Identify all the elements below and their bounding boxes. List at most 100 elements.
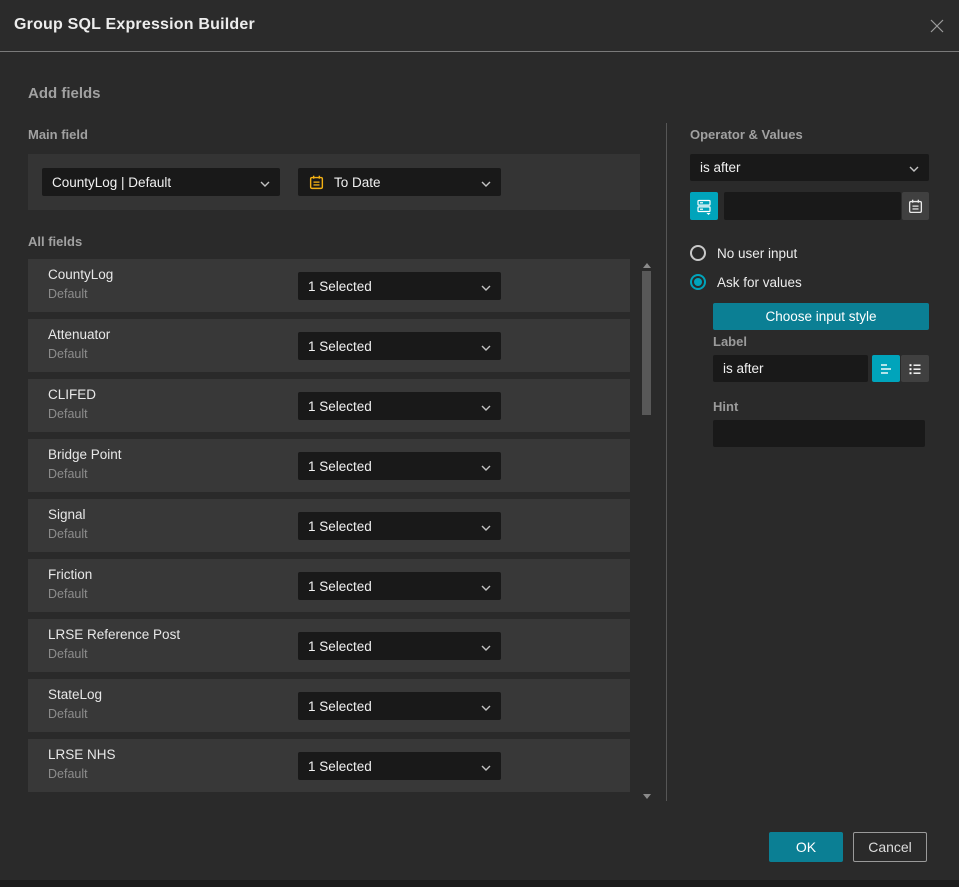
field-selected-value: 1 Selected [308,458,372,474]
chevron-down-icon [481,339,491,354]
field-selected-value: 1 Selected [308,398,372,414]
hint-field-label: Hint [713,399,739,414]
field-selected-value: 1 Selected [308,578,372,594]
value-input[interactable] [724,192,901,220]
field-name: Signal [48,507,86,522]
field-default-label: Default [48,647,88,661]
field-selected-value: 1 Selected [308,698,372,714]
field-selected-dropdown[interactable]: 1 Selected [298,692,501,720]
field-name: StateLog [48,687,103,702]
scrollbar-down-arrow[interactable] [643,794,651,799]
dialog-header: Group SQL Expression Builder [0,0,959,52]
field-name: CLIFED [48,387,97,402]
field-row: Attenuator Default 1 Selected [28,319,630,372]
field-row: StateLog Default 1 Selected [28,679,630,732]
field-name: LRSE Reference Post [48,627,181,642]
field-name: Friction [48,567,93,582]
cancel-button[interactable]: Cancel [853,832,927,862]
field-name: LRSE NHS [48,747,116,762]
main-field-date-value: To Date [334,174,381,190]
chevron-down-icon [481,459,491,474]
hint-input[interactable] [713,420,925,447]
scrollbar-thumb[interactable] [642,271,651,415]
field-row: LRSE Reference Post Default 1 Selected [28,619,630,672]
dialog-bottom-edge [0,880,959,887]
field-row: Friction Default 1 Selected [28,559,630,612]
ok-button[interactable]: OK [769,832,843,862]
field-default-label: Default [48,587,88,601]
field-selected-value: 1 Selected [308,638,372,654]
chevron-down-icon [260,175,270,190]
operator-select[interactable]: is after [690,154,929,181]
calendar-icon [308,174,325,191]
add-fields-heading: Add fields [28,85,101,102]
label-field-label: Label [713,334,747,349]
field-selected-dropdown[interactable]: 1 Selected [298,452,501,480]
list-style-button[interactable] [901,355,929,382]
field-selected-value: 1 Selected [308,338,372,354]
chevron-down-icon [481,639,491,654]
main-field-select[interactable]: CountyLog | Default [42,168,280,196]
chevron-down-icon [481,699,491,714]
panel-divider [666,123,667,801]
main-field-date-select[interactable]: To Date [298,168,501,196]
all-fields-label: All fields [28,234,83,249]
field-selected-dropdown[interactable]: 1 Selected [298,332,501,360]
field-selected-value: 1 Selected [308,758,372,774]
field-default-label: Default [48,707,88,721]
chevron-down-icon [481,399,491,414]
field-row: Signal Default 1 Selected [28,499,630,552]
main-field-label: Main field [28,127,88,142]
bullet-list-icon [909,363,921,374]
scrollbar-up-arrow[interactable] [643,263,651,268]
field-selected-dropdown[interactable]: 1 Selected [298,272,501,300]
group-sql-expression-builder-dialog: Group SQL Expression Builder Add fields … [0,0,959,880]
field-selected-dropdown[interactable]: 1 Selected [298,632,501,660]
close-icon[interactable] [927,16,947,36]
field-name: Attenuator [48,327,111,342]
field-default-label: Default [48,287,88,301]
radio-no-user-input-label: No user input [717,245,798,261]
chevron-down-icon [481,759,491,774]
field-selected-dropdown[interactable]: 1 Selected [298,752,501,780]
unique-values-button[interactable] [690,192,718,220]
field-default-label: Default [48,467,88,481]
field-default-label: Default [48,767,88,781]
operator-values-heading: Operator & Values [690,127,803,142]
stacked-rows-icon [697,199,711,215]
main-field-select-value: CountyLog | Default [52,174,172,190]
field-row: CountyLog Default 1 Selected [28,259,630,312]
field-selected-dropdown[interactable]: 1 Selected [298,572,501,600]
field-default-label: Default [48,527,88,541]
dialog-title: Group SQL Expression Builder [14,16,255,33]
field-selected-value: 1 Selected [308,278,372,294]
field-row: CLIFED Default 1 Selected [28,379,630,432]
field-selected-value: 1 Selected [308,518,372,534]
radio-ask-for-values[interactable]: Ask for values [690,274,802,290]
chevron-down-icon [481,579,491,594]
date-picker-button[interactable] [902,192,929,220]
field-name: CountyLog [48,267,114,282]
choose-input-style-button[interactable]: Choose input style [713,303,929,330]
operator-select-value: is after [700,160,741,175]
calendar-icon [908,199,923,213]
radio-ask-for-values-label: Ask for values [717,274,802,290]
radio-no-user-input[interactable]: No user input [690,245,797,261]
chevron-down-icon [909,160,919,175]
radio-unselected-icon [690,245,706,261]
field-row: Bridge Point Default 1 Selected [28,439,630,492]
chevron-down-icon [481,519,491,534]
field-selected-dropdown[interactable]: 1 Selected [298,392,501,420]
field-name: Bridge Point [48,447,122,462]
chevron-down-icon [481,175,491,190]
field-selected-dropdown[interactable]: 1 Selected [298,512,501,540]
main-field-panel: CountyLog | Default To Date [28,154,640,210]
field-row: LRSE NHS Default 1 Selected [28,739,630,792]
radio-selected-icon [690,274,706,290]
field-default-label: Default [48,407,88,421]
label-input[interactable] [713,355,868,382]
single-value-style-button[interactable] [872,355,900,382]
align-left-lines-icon [881,363,891,374]
chevron-down-icon [481,279,491,294]
field-default-label: Default [48,347,88,361]
